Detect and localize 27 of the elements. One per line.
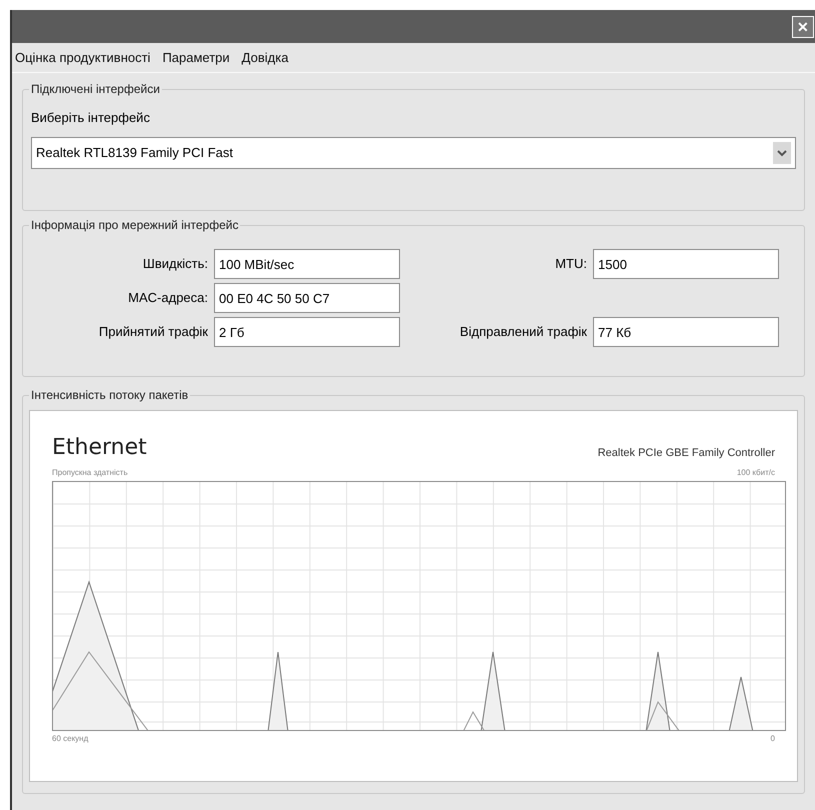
axis-caption: 60 секунд: [52, 733, 88, 745]
field-label: MAC-адреса:: [127, 289, 208, 308]
axis-caption: 100 кбит/с: [736, 467, 775, 479]
adapter-name: Realtek PCIe GBE Family Controller: [598, 446, 775, 460]
input-field[interactable]: 2 Гб: [214, 317, 400, 347]
menu-item[interactable]: Оцінка продуктивності: [15, 48, 150, 68]
group-title: Інтенсивність потоку пакетів: [29, 387, 190, 403]
field-label: Швидкість:: [142, 255, 208, 274]
menu-item[interactable]: Довідка: [242, 48, 288, 68]
graph-title: Ethernet: [52, 435, 147, 461]
axis-caption: Пропускна здатність: [52, 467, 128, 479]
menu-item[interactable]: Параметри: [162, 48, 230, 68]
traffic-peak: [728, 676, 754, 730]
field-label: Відправлений трафік: [458, 323, 587, 342]
interface-dropdown[interactable]: Realtek RTL8139 Family PCI Fast: [31, 136, 796, 168]
input-field[interactable]: 100 MBit/sec: [214, 249, 400, 279]
axis-caption: 0: [770, 733, 775, 745]
group-title: Підключені інтерфейси: [29, 81, 162, 97]
group-title: Інформація про мережний інтерфейс: [29, 217, 240, 233]
input-field[interactable]: 1500: [593, 249, 779, 279]
close-button[interactable]: ✕: [792, 16, 814, 38]
caret-icon: [773, 142, 791, 164]
input-field[interactable]: 00 E0 4C 50 50 C7: [214, 283, 400, 313]
field-label: MTU:: [554, 255, 587, 274]
field-label: Прийнятий трафік: [98, 323, 208, 342]
prompt-label: Виберіть інтерфейс: [31, 109, 151, 127]
input-field[interactable]: 77 Кб: [593, 317, 779, 347]
